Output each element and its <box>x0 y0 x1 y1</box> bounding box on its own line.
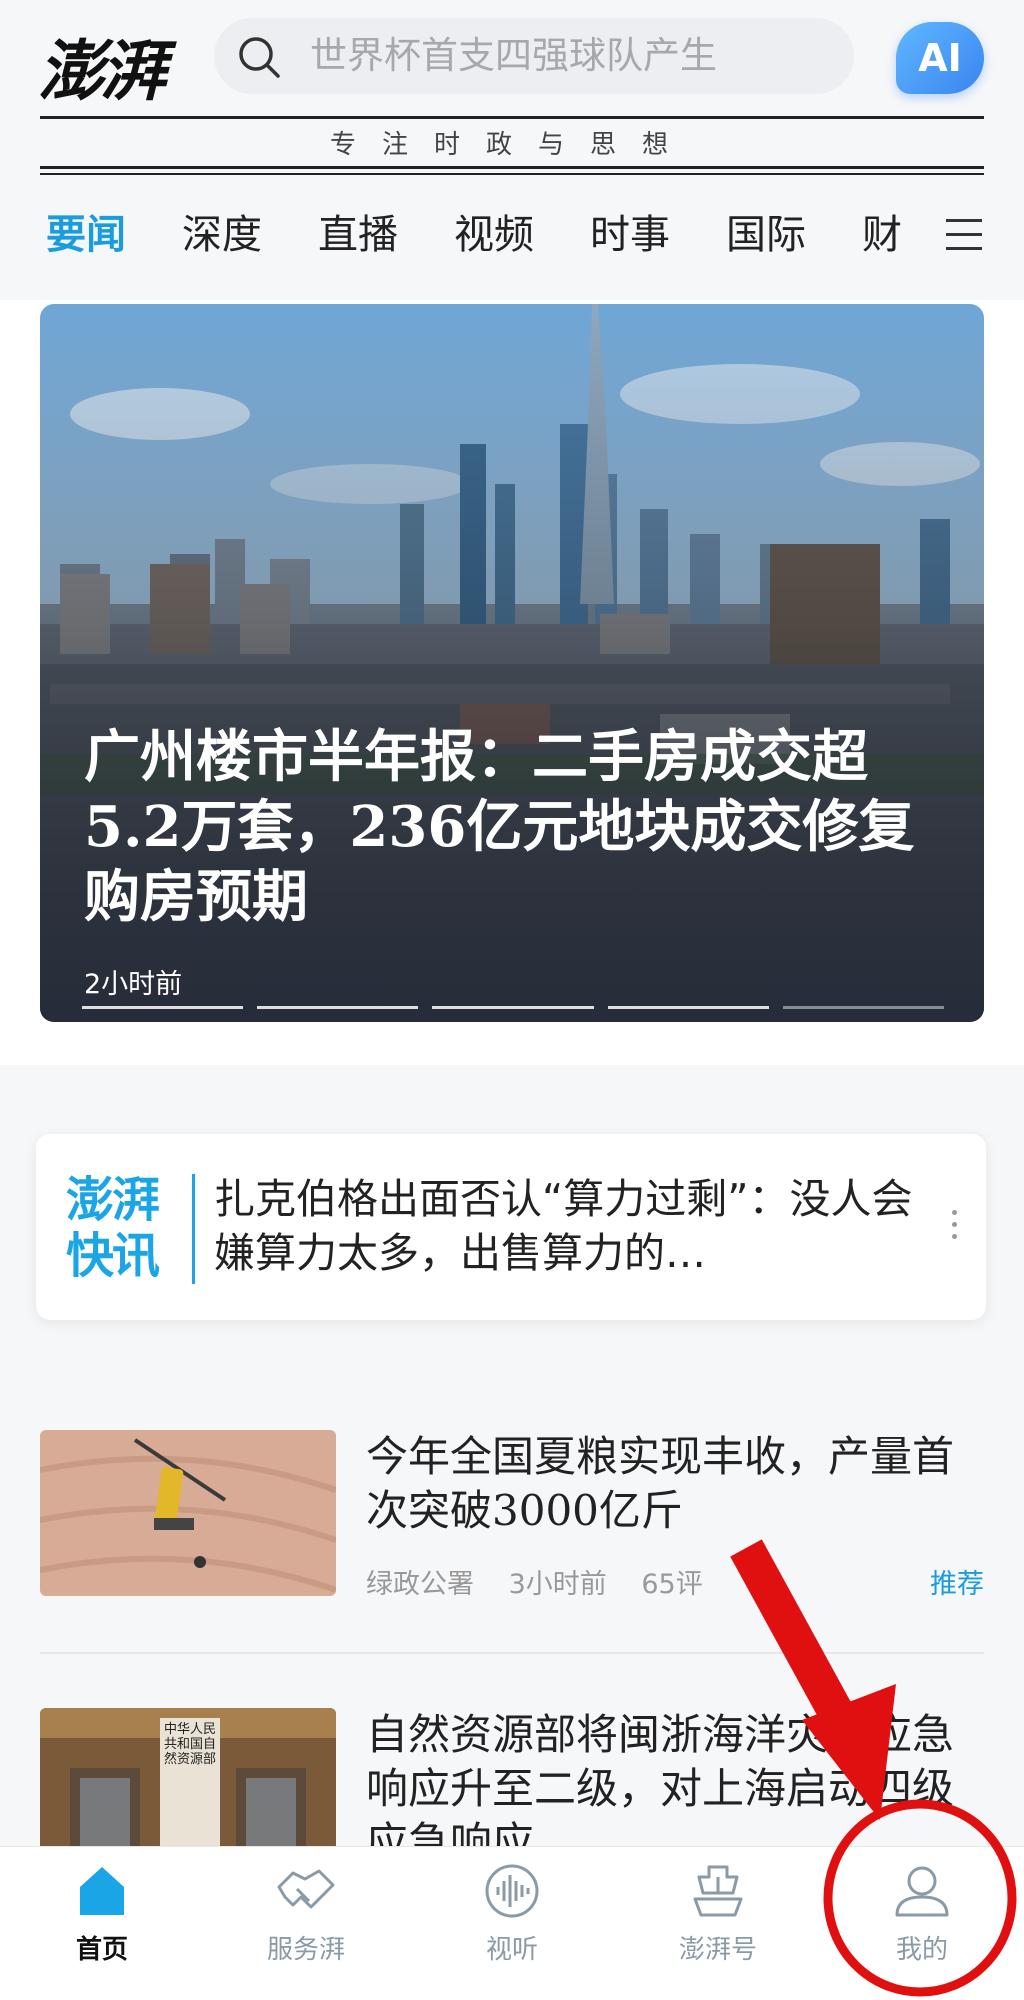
audio-wave-icon <box>485 1864 539 1918</box>
news-thumbnail <box>40 1430 336 1596</box>
news-time: 3小时前 <box>508 1569 607 1600</box>
tab-finance[interactable]: 财 <box>862 205 902 265</box>
carousel-dot[interactable] <box>432 1006 594 1009</box>
nav-label-pengpai-account: 澎湃号 <box>678 1935 757 1965</box>
search-bar[interactable]: 世界杯首支四强球队产生 <box>214 18 854 94</box>
quick-news-logo-line1: 澎湃 <box>66 1172 160 1228</box>
tab-news[interactable]: 要闻 <box>46 205 126 265</box>
news-thumbnail: 中华人民共和国自然资源部 <box>40 1708 336 1848</box>
user-icon <box>895 1866 949 1917</box>
tab-current-affairs[interactable]: 时事 <box>590 205 670 265</box>
news-source[interactable]: 绿政公署 <box>366 1569 474 1600</box>
header-divider <box>40 166 984 169</box>
quick-news-text[interactable]: 扎克伯格出面否认“算力过剩”：没人会嫌算力太多，出售算力的… <box>214 1172 914 1280</box>
more-options-icon[interactable] <box>952 1210 960 1250</box>
thumbnail-sign-text: 中华人民共和国自然资源部 <box>164 1722 217 1767</box>
slogan: 专注时政与思想 <box>329 130 694 160</box>
news-title[interactable]: 自然资源部将闽浙海洋灾害应急响应升至二级，对上海启动四级应急响应 <box>366 1708 984 1848</box>
handshake-icon <box>277 1869 335 1909</box>
news-tag: 推荐 <box>930 1569 984 1600</box>
ship-icon <box>693 1865 743 1917</box>
news-item[interactable]: 中华人民共和国自然资源部 自然资源部将闽浙海洋灾害应急响应升至二级，对上海启动四… <box>40 1708 984 1848</box>
quick-news-logo: 澎湃 快讯 <box>66 1172 182 1284</box>
tab-international[interactable]: 国际 <box>726 205 806 265</box>
hero-title[interactable]: 广州楼市半年报：二手房成交超5.2万套，236亿元地块成交修复购房预期 <box>84 722 944 932</box>
tab-live[interactable]: 直播 <box>318 205 398 265</box>
channel-tabs: 要闻 深度 直播 视频 时事 国际 财 <box>40 205 984 265</box>
search-icon <box>239 37 280 78</box>
nav-pengpai-account[interactable]: 澎湃号 <box>638 1863 798 1993</box>
hero-timestamp: 2小时前 <box>84 969 183 1000</box>
carousel-dot[interactable] <box>257 1006 419 1009</box>
quick-news-divider <box>192 1174 195 1284</box>
tab-depth[interactable]: 深度 <box>182 205 262 265</box>
quick-news-card[interactable]: 澎湃 快讯 扎克伯格出面否认“算力过剩”：没人会嫌算力太多，出售算力的… <box>36 1134 986 1320</box>
header-divider <box>40 173 984 175</box>
home-icon <box>80 1867 124 1915</box>
search-placeholder: 世界杯首支四强球队产生 <box>310 34 717 77</box>
ai-assistant-button[interactable]: AI <box>896 22 984 94</box>
nav-label-service: 服务湃 <box>266 1935 345 1965</box>
bottom-navigation: 首页 服务湃 视听 澎湃号 我的 <box>0 1846 1024 2000</box>
hero-carousel[interactable]: 广州楼市半年报：二手房成交超5.2万套，236亿元地块成交修复购房预期 2小时前 <box>40 304 984 1022</box>
nav-label-me: 我的 <box>895 1935 948 1965</box>
nav-label-audio-video: 视听 <box>485 1935 538 1965</box>
list-divider <box>40 1652 984 1654</box>
news-comment-count: 65评 <box>641 1569 703 1600</box>
hero-section: 广州楼市半年报：二手房成交超5.2万套，236亿元地块成交修复购房预期 2小时前 <box>0 300 1024 1065</box>
tab-video[interactable]: 视频 <box>454 205 534 265</box>
news-title[interactable]: 今年全国夏粮实现丰收，产量首次突破3000亿斤 <box>366 1430 984 1538</box>
carousel-dot[interactable] <box>782 1006 945 1009</box>
carousel-dot[interactable] <box>82 1006 244 1009</box>
carousel-dot[interactable] <box>607 1006 769 1009</box>
header-divider <box>40 116 984 119</box>
channel-menu-icon[interactable] <box>946 219 982 251</box>
news-meta: 绿政公署 3小时前 65评 <box>366 1562 729 1601</box>
nav-audio-video[interactable]: 视听 <box>432 1863 592 1993</box>
quick-news-logo-line2: 快讯 <box>66 1228 160 1284</box>
nav-service[interactable]: 服务湃 <box>226 1863 386 1993</box>
nav-home[interactable]: 首页 <box>22 1863 182 1993</box>
nav-label-home: 首页 <box>75 1935 128 1965</box>
header: 澎湃 世界杯首支四强球队产生 AI 专注时政与思想 <box>0 0 1024 175</box>
app-logo[interactable]: 澎湃 <box>38 18 166 114</box>
nav-me[interactable]: 我的 <box>842 1863 1002 1993</box>
carousel-indicators <box>82 1006 945 1010</box>
news-item[interactable]: 今年全国夏粮实现丰收，产量首次突破3000亿斤 绿政公署 3小时前 65评 推荐 <box>40 1430 984 1600</box>
